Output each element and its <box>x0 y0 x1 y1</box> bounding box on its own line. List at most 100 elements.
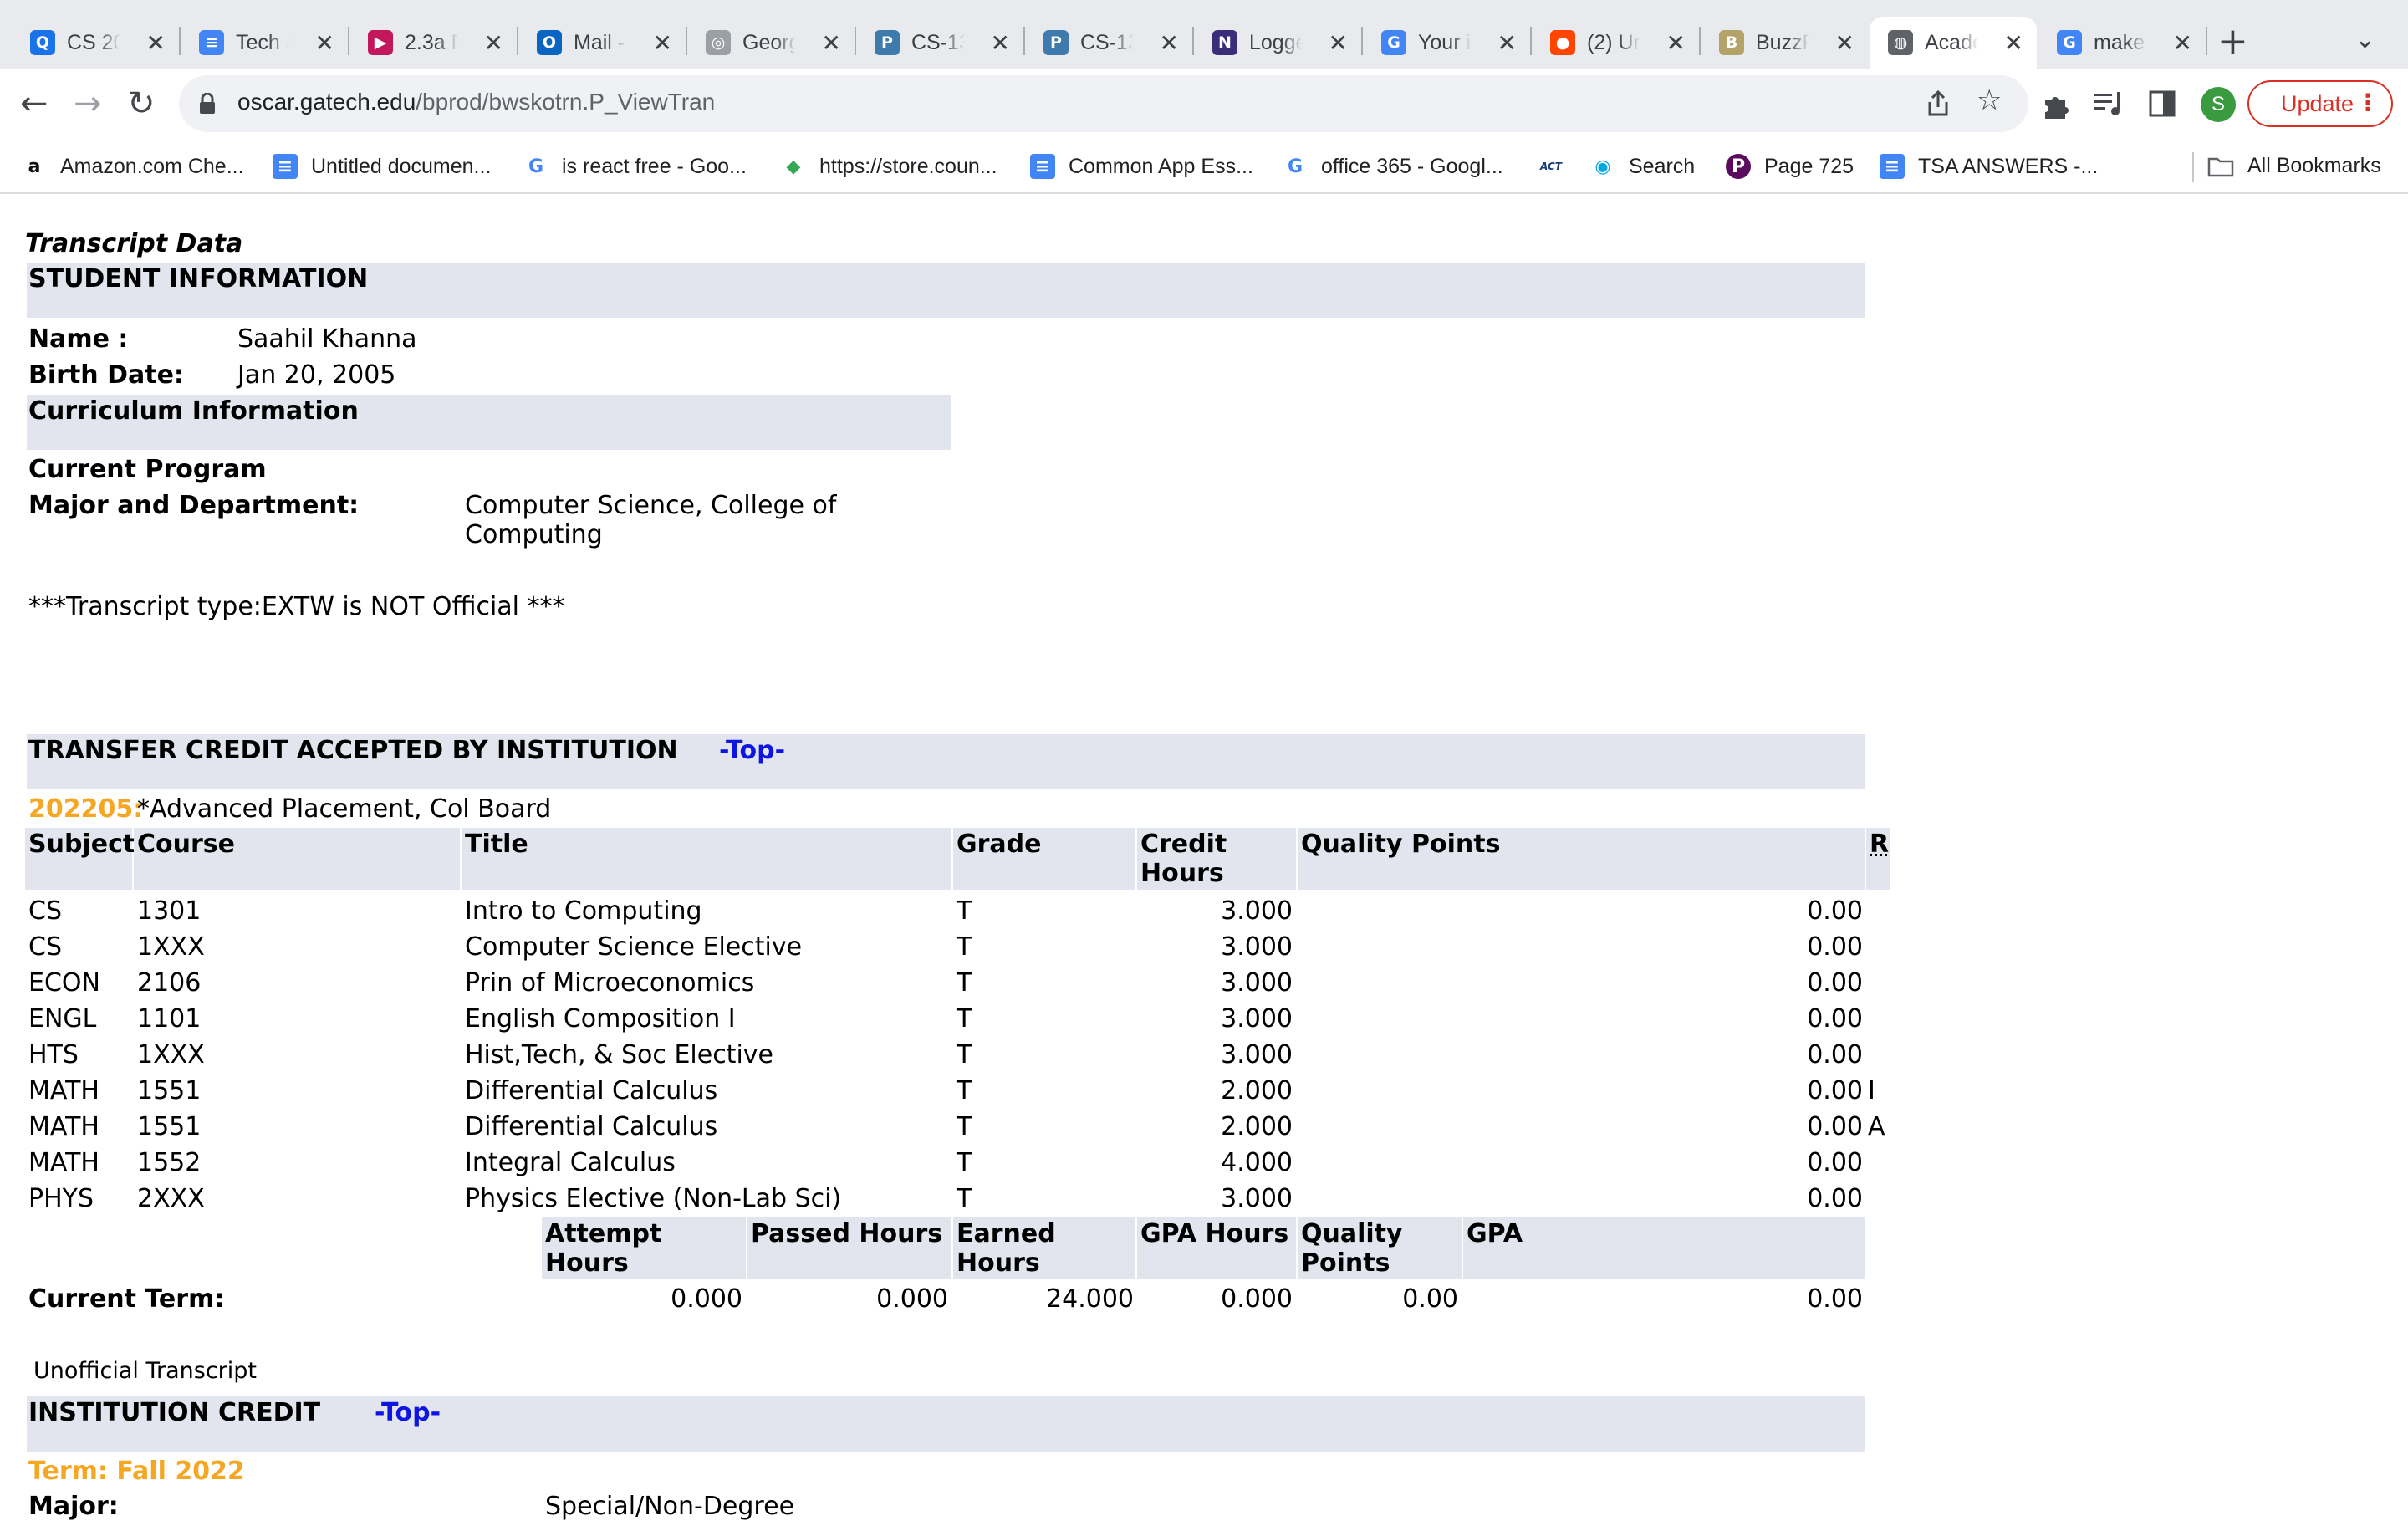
update-label: Update <box>2281 90 2354 116</box>
cell-credit-hours: 3.000 <box>1221 1040 1293 1069</box>
bookmark-item[interactable]: ◉ Search <box>1590 154 1695 179</box>
cell-r: A <box>1868 1112 1885 1141</box>
close-icon[interactable]: ✕ <box>2173 29 2192 57</box>
back-button[interactable]: ← <box>20 87 48 120</box>
close-icon[interactable]: ✕ <box>1160 29 1179 57</box>
cell-quality-points: 0.00 <box>1807 1148 1863 1177</box>
term-label: Term: Fall 2022 <box>28 1457 245 1486</box>
lock-icon[interactable] <box>199 93 216 115</box>
extensions-puzzle-icon[interactable] <box>2042 90 2072 120</box>
top-link-2[interactable]: -Top- <box>375 1398 441 1427</box>
col-credit-hours: Credit Hours <box>1137 828 1296 890</box>
col-course: Course <box>134 828 460 890</box>
transcript-type-notice: ***Transcript type:EXTW is NOT Official … <box>28 592 565 621</box>
cell-credit-hours: 3.000 <box>1221 968 1293 998</box>
update-button[interactable]: Update ⋮ <box>2247 80 2393 127</box>
google-icon: G <box>2057 30 2082 55</box>
all-bookmarks-button[interactable]: All Bookmarks <box>2207 154 2381 178</box>
cell-grade: T <box>957 932 972 962</box>
col-earned-line1: Earned <box>957 1219 1056 1248</box>
tab-5[interactable]: ◎ Georgia Tech ✕ <box>687 17 856 69</box>
tab-11[interactable]: B BuzzPort ✕ <box>1701 17 1868 69</box>
bookmark-item[interactable]: ◆ https://store.coun... <box>781 154 997 179</box>
bookmark-label: office 365 - Googl... <box>1321 154 1503 178</box>
tab-title: make <box>2094 30 2145 54</box>
bookmark-item[interactable]: a Amazon.com Che... <box>22 154 244 179</box>
cell-title: English Composition I <box>465 1004 736 1034</box>
close-icon[interactable]: ✕ <box>1497 29 1517 57</box>
forward-button[interactable]: → <box>74 87 102 120</box>
close-icon[interactable]: ✕ <box>1835 29 1854 57</box>
new-tab-button[interactable]: + <box>2217 23 2248 60</box>
bookmark-item[interactable]: ≡ TSA ANSWERS -... <box>1880 154 2098 179</box>
side-panel-icon[interactable] <box>2149 90 2176 117</box>
google-icon: G <box>528 156 544 177</box>
tab-title: 2.3a Proof <box>405 30 458 54</box>
major-label: Major and Department: <box>28 491 360 520</box>
tab-3[interactable]: ▶ 2.3a Proof ✕ <box>349 17 518 69</box>
bookmark-item[interactable]: ACT <box>1538 154 1564 179</box>
cell-subject: HTS <box>28 1040 79 1069</box>
top-link[interactable]: -Top- <box>719 736 785 765</box>
bookmark-star-icon[interactable]: ☆ <box>1977 84 2002 117</box>
col-quality-points: Quality Points <box>1298 828 1865 890</box>
bookmark-item[interactable]: Goffice 365 - Googl... <box>1283 154 1503 179</box>
close-icon[interactable]: ✕ <box>1666 29 1686 57</box>
tab-title: (2) Unread <box>1587 30 1640 54</box>
address-bar[interactable]: oscar.gatech.edu/bprod/bwskotrn.P_ViewTr… <box>179 75 2028 132</box>
profile-avatar[interactable]: S <box>2201 87 2236 122</box>
tab-6[interactable]: P CS-1331 ✕ <box>856 17 1025 69</box>
bookmark-item[interactable]: ≡ Common App Ess... <box>1030 154 1253 179</box>
tab-7[interactable]: P CS-1301 ✕ <box>1025 17 1194 69</box>
reload-button[interactable]: ↻ <box>127 87 156 120</box>
cell-grade: T <box>957 1076 972 1105</box>
close-icon[interactable]: ✕ <box>991 29 1010 57</box>
close-icon[interactable]: ✕ <box>484 29 503 57</box>
menu-dots-icon[interactable]: ⋮ <box>2356 89 2380 116</box>
cell-credit-hours: 3.000 <box>1221 1184 1293 1213</box>
tab-10[interactable]: ● (2) Unread ✕ <box>1532 17 1701 69</box>
bookmark-item[interactable]: P Page 725 <box>1726 154 1854 179</box>
cell-title: Prin of Microeconomics <box>465 968 755 998</box>
close-icon[interactable]: ✕ <box>146 29 166 57</box>
close-icon[interactable]: ✕ <box>315 29 334 57</box>
act-icon: ACT <box>1540 161 1562 172</box>
share-icon[interactable] <box>1926 90 1950 117</box>
media-queue-icon[interactable] <box>2094 92 2124 117</box>
col-credit-hours-line2: Hours <box>1140 859 1224 888</box>
search-icon: Q <box>30 30 55 55</box>
current-term-attempt: 0.000 <box>671 1284 742 1314</box>
major-partial-value: Special/Non-Degree <box>545 1492 795 1521</box>
cell-course: 1552 <box>137 1148 202 1177</box>
close-icon[interactable]: ✕ <box>2004 29 2023 57</box>
cell-credit-hours: 3.000 <box>1221 896 1293 926</box>
tab-4[interactable]: O Mail - Saahil ✕ <box>518 17 687 69</box>
docs-icon: ≡ <box>1880 154 1905 179</box>
tab-8[interactable]: N Logged In ✕ <box>1194 17 1363 69</box>
cell-course: 2XXX <box>137 1184 205 1213</box>
cell-grade: T <box>957 1148 972 1177</box>
google-icon: G <box>1287 156 1303 177</box>
tn-icon: N <box>1212 30 1237 55</box>
close-icon[interactable]: ✕ <box>822 29 841 57</box>
bookmark-item[interactable]: ≡ Untitled documen... <box>273 154 491 179</box>
tab-9[interactable]: G Your info ✕ <box>1363 17 1532 69</box>
col-attempt-hours: Attempt Hours <box>542 1217 746 1279</box>
tab-1[interactable]: Q CS 2050 ✕ <box>12 17 181 69</box>
bookmark-item[interactable]: Gis react free - Goo... <box>523 154 747 179</box>
folder-icon <box>2207 157 2234 176</box>
close-icon[interactable]: ✕ <box>653 29 672 57</box>
cell-quality-points: 0.00 <box>1807 1040 1863 1069</box>
col-earned-line2: Hours <box>957 1248 1040 1278</box>
tab-2[interactable]: ≡ Tech Square ✕ <box>181 17 349 69</box>
cell-subject: PHYS <box>28 1184 94 1213</box>
bookmarks-bar: All Bookmarks a Amazon.com Che... ≡ Untitle… <box>0 140 2408 194</box>
url-text[interactable]: oscar.gatech.edu/bprod/bwskotrn.P_ViewTr… <box>237 89 715 115</box>
close-icon[interactable]: ✕ <box>1329 29 1348 57</box>
google-icon: G <box>1381 30 1406 55</box>
tab-12[interactable]: ◍ Academic Transcript ✕ <box>1870 17 2037 69</box>
cell-title: Computer Science Elective <box>465 932 803 962</box>
tab-search-chevron-icon[interactable]: ⌄ <box>2354 25 2375 54</box>
tab-13[interactable]: Gmake ✕ <box>2038 17 2207 69</box>
name-value: Saahil Khanna <box>237 324 417 354</box>
